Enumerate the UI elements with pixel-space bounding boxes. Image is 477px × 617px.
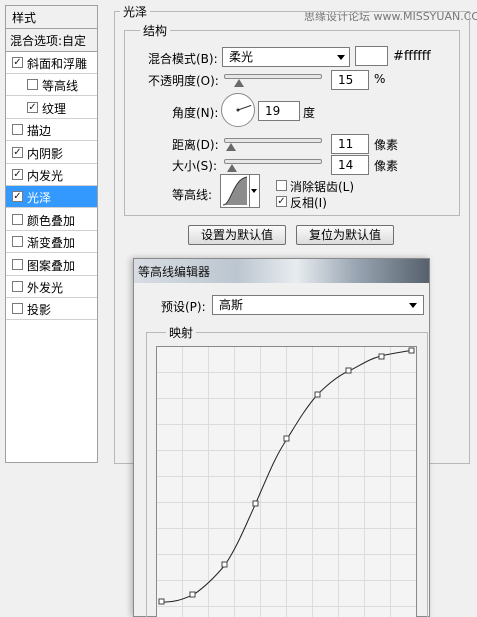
preset-value: 高斯 — [219, 298, 244, 312]
color-swatch[interactable] — [355, 46, 388, 66]
styles-header: 样式 — [6, 6, 97, 29]
size-slider-handle[interactable] — [227, 164, 237, 172]
opacity-label: 不透明度(O): — [148, 74, 219, 88]
blend-mode-select[interactable]: 柔光 — [222, 47, 350, 67]
style-item-label: 等高线 — [42, 79, 79, 94]
blend-mode-label: 混合模式(B): — [148, 52, 218, 66]
style-item-checkbox[interactable]: ✓ — [12, 57, 23, 68]
chevron-down-icon — [337, 55, 345, 60]
reset-default-button[interactable]: 复位为默认值 — [296, 225, 394, 245]
style-item-label: 内发光 — [27, 169, 64, 183]
size-unit: 像素 — [374, 159, 399, 173]
style-item-checkbox[interactable] — [12, 281, 23, 292]
style-item-checkbox[interactable]: ✓ — [12, 169, 23, 180]
style-item-label: 外发光 — [27, 281, 64, 295]
chevron-down-icon — [251, 189, 257, 193]
contour-preview-icon[interactable] — [220, 174, 250, 208]
blend-options-item[interactable]: 混合选项:自定 — [6, 29, 97, 52]
angle-label: 角度(N): — [172, 106, 219, 120]
reset-default-label: 复位为默认值 — [308, 228, 381, 242]
opacity-value: 15 — [338, 73, 354, 87]
invert-label: 反相(I) — [290, 196, 327, 210]
contour-label: 等高线: — [172, 188, 213, 202]
invert-checkbox[interactable]: ✓ — [276, 196, 287, 207]
style-item-checkbox[interactable] — [12, 258, 23, 270]
angle-value: 19 — [265, 104, 281, 118]
style-item-label: 投影 — [27, 303, 52, 318]
style-item-checkbox[interactable]: ✓ — [12, 146, 23, 158]
angle-unit: 度 — [303, 106, 316, 120]
distance-input[interactable]: 11 — [331, 134, 369, 154]
style-item[interactable]: 外发光 — [6, 276, 97, 298]
distance-unit: 像素 — [374, 138, 399, 152]
angle-dial-icon[interactable] — [221, 93, 255, 127]
size-input[interactable]: 14 — [331, 155, 369, 175]
distance-value: 11 — [338, 137, 354, 151]
structure-group-title: 结构 — [140, 22, 171, 39]
style-item[interactable]: 渐变叠加 — [6, 231, 97, 254]
style-item[interactable]: 图案叠加 — [6, 253, 97, 276]
set-default-label: 设置为默认值 — [200, 228, 273, 242]
opacity-slider-handle[interactable] — [233, 79, 244, 87]
style-item-checkbox[interactable] — [27, 79, 38, 91]
style-item-label: 斜面和浮雕 — [27, 57, 88, 71]
opacity-unit: % — [374, 72, 386, 86]
style-item-label: 光泽 — [27, 191, 52, 206]
size-value: 14 — [338, 158, 354, 172]
opacity-input[interactable]: 15 — [331, 70, 369, 90]
style-item-checkbox[interactable] — [12, 213, 23, 225]
contour-curve-graph[interactable] — [156, 346, 417, 617]
style-item-label: 渐变叠加 — [27, 236, 76, 251]
style-item[interactable]: ✓ 纹理 — [6, 96, 97, 119]
style-item-label: 内阴影 — [27, 146, 64, 161]
style-item[interactable]: ✓ 斜面和浮雕 — [6, 52, 97, 74]
styles-header-label: 样式 — [12, 11, 37, 25]
size-slider[interactable] — [224, 159, 322, 164]
style-item-label: 图案叠加 — [27, 258, 76, 273]
style-item[interactable]: 投影 — [6, 298, 97, 321]
contour-editor-title: 等高线编辑器 — [138, 265, 211, 279]
anti-alias-checkbox[interactable] — [276, 180, 287, 191]
style-item[interactable]: 描边 — [6, 119, 97, 142]
style-item[interactable]: ✓ 内阴影 — [6, 141, 97, 164]
set-default-button[interactable]: 设置为默认值 — [188, 225, 286, 245]
style-item-label: 纹理 — [42, 101, 67, 116]
style-item-checkbox[interactable] — [12, 124, 23, 136]
style-item-label: 描边 — [27, 124, 52, 139]
style-item-checkbox[interactable] — [12, 303, 23, 315]
style-item[interactable]: ✓ 光泽 — [6, 186, 97, 209]
style-item[interactable]: ✓ 内发光 — [6, 164, 97, 186]
style-item[interactable]: 等高线 — [6, 74, 97, 97]
satin-group-title: 光泽 — [120, 3, 151, 20]
size-label: 大小(S): — [172, 159, 218, 173]
blend-options-label: 混合选项:自定 — [10, 34, 87, 48]
distance-slider[interactable] — [224, 138, 322, 143]
style-item[interactable]: 颜色叠加 — [6, 208, 97, 231]
chevron-down-icon — [409, 303, 417, 308]
style-item-checkbox[interactable]: ✓ — [27, 101, 38, 113]
contour-dropdown-button[interactable] — [250, 174, 260, 208]
distance-slider-handle[interactable] — [226, 143, 236, 151]
color-hex-label: #ffffff — [393, 49, 431, 64]
style-item-label: 颜色叠加 — [27, 213, 76, 228]
anti-alias-label: 消除锯齿(L) — [290, 180, 355, 194]
distance-label: 距离(D): — [172, 138, 219, 152]
mapping-group-title: 映射 — [166, 324, 197, 341]
blend-mode-value: 柔光 — [229, 50, 254, 64]
style-item-checkbox[interactable] — [12, 236, 23, 248]
preset-label: 预设(P): — [161, 300, 206, 314]
style-item-checkbox[interactable]: ✓ — [12, 191, 23, 203]
preset-select[interactable]: 高斯 — [212, 295, 424, 315]
angle-input[interactable]: 19 — [258, 101, 300, 121]
contour-editor-titlebar[interactable]: 等高线编辑器 — [134, 259, 429, 283]
